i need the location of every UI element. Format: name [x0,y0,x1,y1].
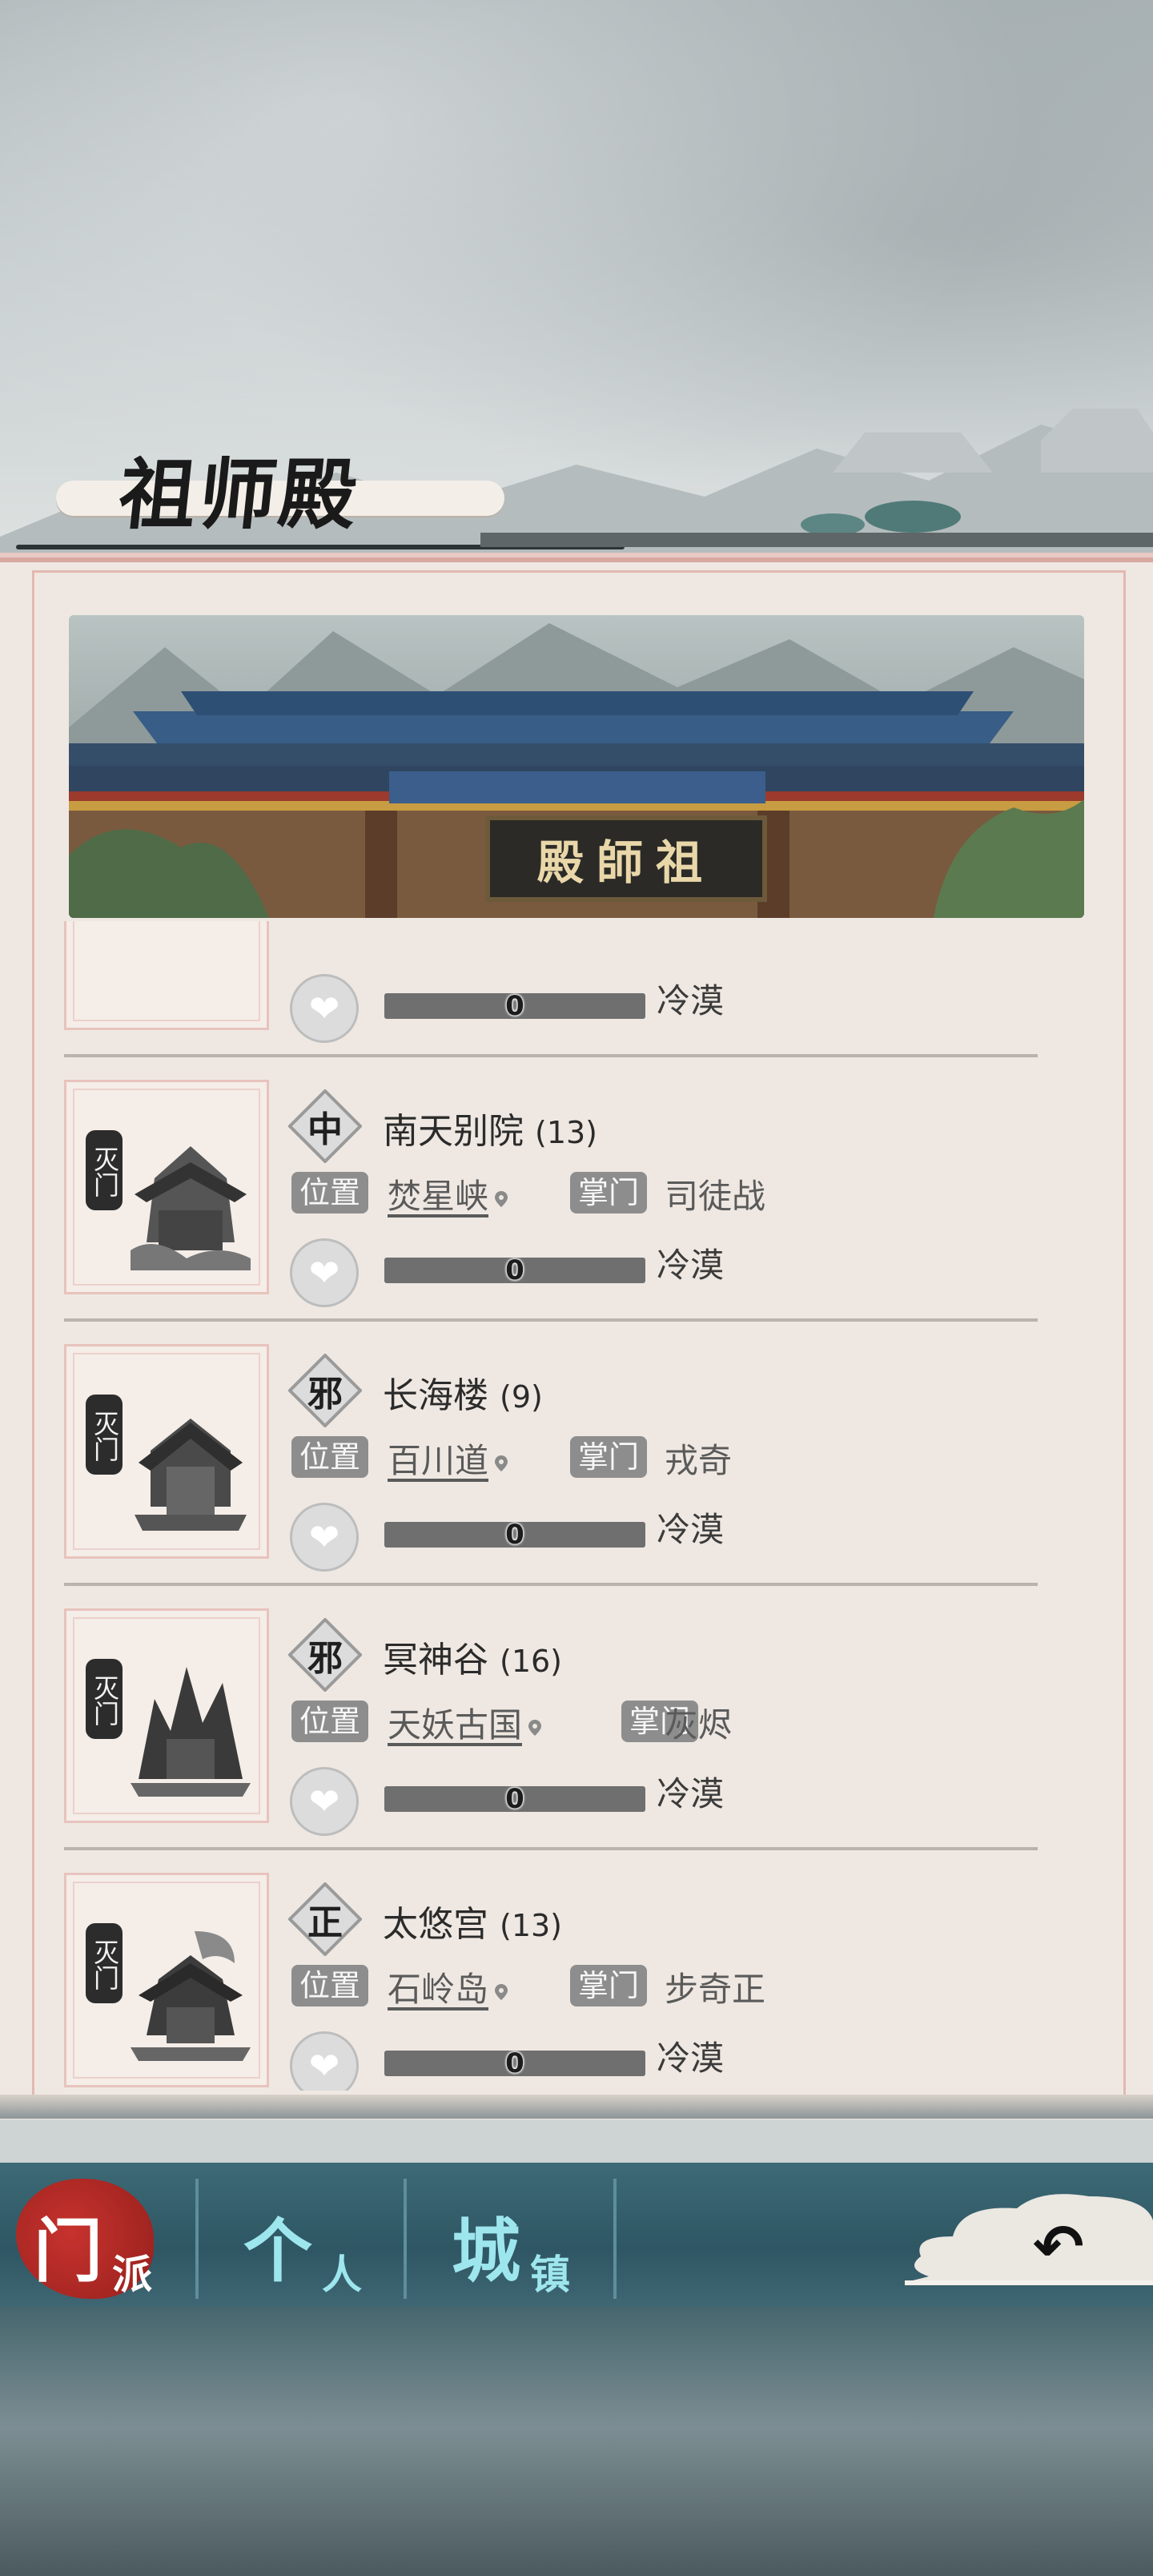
sect-name-text: 冥神谷 [383,1640,488,1680]
destroyed-tag: 灭门 [86,1130,123,1210]
favor-bar: 0 [384,1254,645,1286]
sect-count: (13) [500,1908,563,1943]
location-text: 石岭岛 [388,1970,489,2009]
sect-building-icon [135,1419,247,1531]
sect-building-icon [131,1146,251,1270]
sect-thumbnail: 灭门 [64,1608,269,1823]
tab-personal[interactable]: 个 人 [224,2171,424,2299]
tab-town-small: 镇 [530,2251,570,2298]
sect-count: (13) [535,1115,598,1150]
sect-name[interactable]: 南天别院 (13) [383,1102,597,1153]
master-name: 司徒战 [665,1177,766,1216]
sect-thumbnail: 灭门 [64,1873,269,2087]
heart-icon[interactable]: ❤ [290,1767,359,1836]
favor-value: 0 [505,2047,524,2079]
tab-separator [613,2179,617,2299]
destroyed-tag: 灭门 [86,1659,123,1739]
alignment-badge-text: 邪 [307,1374,343,1415]
location-pin-icon [495,1455,508,1471]
heart-icon[interactable]: ❤ [290,2031,359,2091]
tab-separator [195,2179,199,2299]
sect-name-text: 南天别院 [383,1111,524,1152]
master-label: 掌门 [570,1965,648,2006]
hall-plaque: 殿師祖 [485,815,767,902]
master-name: 戎奇 [665,1441,733,1480]
location-label: 位置 [291,1965,369,2006]
location-pin-icon [495,1983,508,2000]
sect-building-icon [131,1931,251,2061]
sect-thumbnail: 灭门 [64,1344,269,1559]
favor-value: 0 [505,1783,524,1815]
favor-bar: 0 [384,2047,645,2079]
list-item[interactable]: 灭门 正 太悠宫 (13) 位置 石岭岛 掌门 步奇正 ❤ 0 冷漠 [64,1850,1038,2091]
favor-value: 0 [505,990,524,1022]
favor-value: 0 [505,1519,524,1551]
list-item[interactable]: ❤ 0 冷漠 [64,921,1038,1057]
attitude-text: 冷漠 [657,1774,725,1813]
back-button[interactable] [905,2180,1153,2292]
tab-sect-big: 门 [34,2211,102,2292]
location-label: 位置 [291,1436,369,1478]
favor-bar: 0 [384,1519,645,1551]
tab-personal-small: 人 [322,2251,362,2298]
heart-icon[interactable]: ❤ [290,1503,359,1572]
bottom-scenery [0,2307,1153,2576]
sect-list[interactable]: ❤ 0 冷漠 灭门 中 南天别院 (13) 位置 焚星峡 掌门 司徒战 ❤ 0 冷… [64,921,1038,2091]
sect-name-text: 长海楼 [383,1375,488,1416]
location-text: 百川道 [388,1441,489,1480]
sect-name-text: 太悠宫 [383,1904,488,1945]
location-link[interactable]: 天妖古国 [388,1698,544,1747]
roof-edge [480,533,1153,547]
favor-bar: 0 [384,990,645,1022]
tab-town[interactable]: 城 镇 [432,2171,633,2299]
sect-count: (16) [500,1644,563,1679]
location-label: 位置 [291,1701,369,1742]
location-link[interactable]: 百川道 [388,1434,511,1483]
tab-sect[interactable]: 门 派 [16,2171,216,2299]
sect-count: (9) [500,1379,543,1415]
attitude-text: 冷漠 [657,981,725,1020]
location-text: 天妖古国 [388,1705,523,1745]
sect-thumbnail [64,921,269,1030]
master-label: 掌门 [570,1172,648,1214]
alignment-badge-text: 正 [307,1902,343,1943]
tab-town-big: 城 [452,2211,520,2292]
alignment-badge-text: 邪 [307,1638,343,1679]
sect-name[interactable]: 太悠宫 (13) [383,1895,562,1946]
list-item[interactable]: 灭门 邪 冥神谷 (16) 位置 天妖古国 掌门 灰烬 ❤ 0 冷漠 [64,1586,1038,1850]
master-name: 灰烬 [665,1705,733,1745]
attitude-text: 冷漠 [657,1246,725,1285]
attitude-text: 冷漠 [657,1510,725,1549]
tab-personal-big: 个 [243,2211,312,2292]
location-label: 位置 [291,1172,369,1214]
tab-sect-small: 派 [112,2251,152,2298]
master-name: 步奇正 [665,1970,766,2009]
master-label: 掌门 [570,1436,648,1478]
location-link[interactable]: 石岭岛 [388,1962,511,2011]
tab-separator [404,2179,407,2299]
list-item[interactable]: 灭门 中 南天别院 (13) 位置 焚星峡 掌门 司徒战 ❤ 0 冷漠 [64,1057,1038,1322]
hall-banner: 殿師祖 [69,615,1084,918]
page-title: 祖师殿 [114,449,365,540]
list-item[interactable]: 灭门 邪 长海楼 (9) 位置 百川道 掌门 戎奇 ❤ 0 冷漠 [64,1322,1038,1586]
location-pin-icon [528,1719,542,1736]
sect-building-icon [131,1667,251,1797]
sect-name[interactable]: 长海楼 (9) [383,1366,543,1418]
favor-value: 0 [505,1254,524,1286]
panel-bottom-edge [0,2095,1153,2119]
location-pin-icon [495,1190,508,1207]
location-link[interactable]: 焚星峡 [388,1169,511,1218]
attitude-text: 冷漠 [657,2039,725,2078]
heart-icon[interactable]: ❤ [290,974,359,1043]
destroyed-tag: 灭门 [86,1395,123,1475]
destroyed-tag: 灭门 [86,1923,123,2003]
sect-thumbnail: 灭门 [64,1080,269,1294]
back-arrow-icon[interactable]: ↶ [1033,2211,1084,2282]
heart-icon[interactable]: ❤ [290,1238,359,1307]
sect-name[interactable]: 冥神谷 (16) [383,1631,562,1682]
alignment-badge-text: 中 [307,1109,343,1150]
location-text: 焚星峡 [388,1177,489,1216]
favor-bar: 0 [384,1783,645,1815]
